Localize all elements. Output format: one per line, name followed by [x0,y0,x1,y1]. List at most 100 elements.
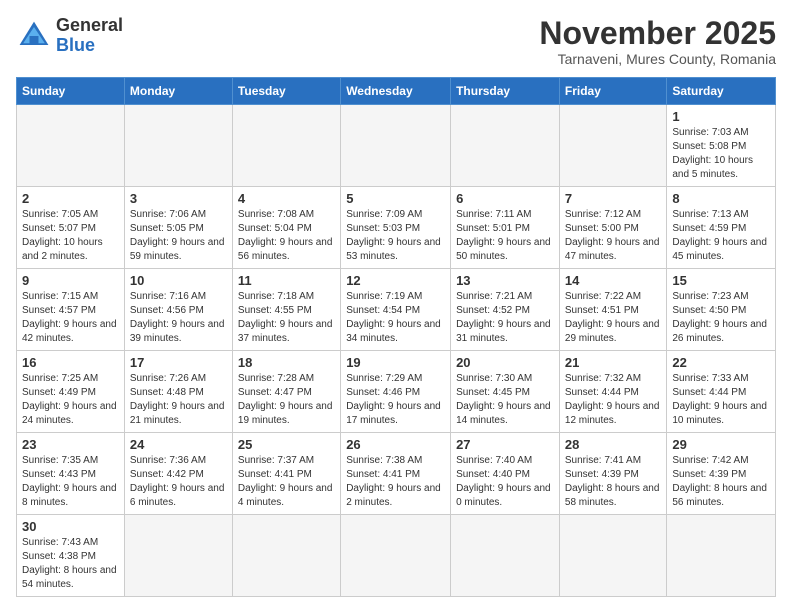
day-info: Sunrise: 7:16 AM Sunset: 4:56 PM Dayligh… [130,290,227,346]
day-number: 13 [456,273,554,288]
day-info: Sunrise: 7:13 AM Sunset: 4:59 PM Dayligh… [672,208,770,264]
calendar-day-cell [124,515,232,597]
calendar-day-cell: 4 Sunrise: 7:08 AM Sunset: 5:04 PM Daylig… [232,187,340,269]
location-title: Tarnaveni, Mures County, Romania [539,51,776,67]
calendar-day-cell [559,515,666,597]
day-number: 9 [22,273,119,288]
calendar-day-cell [451,105,560,187]
title-block: November 2025 Tarnaveni, Mures County, R… [539,16,776,67]
day-info: Sunrise: 7:19 AM Sunset: 4:54 PM Dayligh… [346,290,445,346]
calendar-day-cell [341,105,451,187]
day-info: Sunrise: 7:06 AM Sunset: 5:05 PM Dayligh… [130,208,227,264]
calendar-day-cell: 27Sunrise: 7:40 AM Sunset: 4:40 PM Dayli… [451,433,560,515]
calendar-day-cell [232,515,340,597]
calendar-day-cell: 9 Sunrise: 7:15 AM Sunset: 4:57 PM Daylig… [17,269,125,351]
calendar-day-cell: 5 Sunrise: 7:09 AM Sunset: 5:03 PM Daylig… [341,187,451,269]
calendar-day-cell: 26 Sunrise: 7:38 AM Sunset: 4:41 PM Dayli… [341,433,451,515]
page-header: General Blue November 2025 Tarnaveni, Mu… [16,16,776,67]
day-info: Sunrise: 7:41 AM Sunset: 4:39 PM Dayligh… [565,454,661,510]
day-number: 22 [672,355,770,370]
day-number: 17 [130,355,227,370]
day-number: 30 [22,519,119,534]
day-info: Sunrise: 7:22 AM Sunset: 4:51 PM Dayligh… [565,290,661,346]
calendar-week-row: 16 Sunrise: 7:25 AM Sunset: 4:49 PM Dayli… [17,351,776,433]
day-number: 28 [565,437,661,452]
day-number: 18 [238,355,335,370]
day-number: 20 [456,355,554,370]
day-number: 7 [565,191,661,206]
day-info: Sunrise: 7:36 AM Sunset: 4:42 PM Dayligh… [130,454,227,510]
day-info: Sunrise: 7:40 AM Sunset: 4:40 PM Dayligh… [456,454,554,510]
calendar-day-cell: 2Sunrise: 7:05 AM Sunset: 5:07 PM Daylig… [17,187,125,269]
calendar-day-cell [341,515,451,597]
day-number: 24 [130,437,227,452]
day-number: 6 [456,191,554,206]
calendar-day-cell: 12 Sunrise: 7:19 AM Sunset: 4:54 PM Dayli… [341,269,451,351]
day-info: Sunrise: 7:12 AM Sunset: 5:00 PM Dayligh… [565,208,661,264]
day-number: 16 [22,355,119,370]
calendar-day-cell: 17 Sunrise: 7:26 AM Sunset: 4:48 PM Dayli… [124,351,232,433]
day-info: Sunrise: 7:03 AM Sunset: 5:08 PM Dayligh… [672,126,770,182]
calendar-day-cell: 18 Sunrise: 7:28 AM Sunset: 4:47 PM Dayli… [232,351,340,433]
weekday-header-monday: Monday [124,78,232,105]
calendar-day-cell [559,105,666,187]
calendar-day-cell: 14Sunrise: 7:22 AM Sunset: 4:51 PM Dayli… [559,269,666,351]
day-number: 12 [346,273,445,288]
calendar-week-row: 9 Sunrise: 7:15 AM Sunset: 4:57 PM Daylig… [17,269,776,351]
day-info: Sunrise: 7:15 AM Sunset: 4:57 PM Dayligh… [22,290,119,346]
calendar-day-cell: 24 Sunrise: 7:36 AM Sunset: 4:42 PM Dayli… [124,433,232,515]
day-info: Sunrise: 7:18 AM Sunset: 4:55 PM Dayligh… [238,290,335,346]
day-info: Sunrise: 7:23 AM Sunset: 4:50 PM Dayligh… [672,290,770,346]
calendar-day-cell [667,515,776,597]
calendar-day-cell [124,105,232,187]
calendar-day-cell: 15 Sunrise: 7:23 AM Sunset: 4:50 PM Dayli… [667,269,776,351]
day-number: 15 [672,273,770,288]
day-info: Sunrise: 7:09 AM Sunset: 5:03 PM Dayligh… [346,208,445,264]
weekday-header-row: SundayMondayTuesdayWednesdayThursdayFrid… [17,78,776,105]
calendar-day-cell: 29 Sunrise: 7:42 AM Sunset: 4:39 PM Dayli… [667,433,776,515]
month-title: November 2025 [539,16,776,51]
day-number: 3 [130,191,227,206]
day-info: Sunrise: 7:38 AM Sunset: 4:41 PM Dayligh… [346,454,445,510]
day-info: Sunrise: 7:11 AM Sunset: 5:01 PM Dayligh… [456,208,554,264]
day-info: Sunrise: 7:08 AM Sunset: 5:04 PM Dayligh… [238,208,335,264]
calendar-day-cell: 21 Sunrise: 7:32 AM Sunset: 4:44 PM Dayli… [559,351,666,433]
day-number: 4 [238,191,335,206]
calendar-day-cell: 3 Sunrise: 7:06 AM Sunset: 5:05 PM Daylig… [124,187,232,269]
calendar-week-row: 30 Sunrise: 7:43 AM Sunset: 4:38 PM Dayli… [17,515,776,597]
calendar-day-cell: 16 Sunrise: 7:25 AM Sunset: 4:49 PM Dayli… [17,351,125,433]
calendar-day-cell: 7 Sunrise: 7:12 AM Sunset: 5:00 PM Daylig… [559,187,666,269]
calendar-week-row: 1Sunrise: 7:03 AM Sunset: 5:08 PM Daylig… [17,105,776,187]
day-info: Sunrise: 7:37 AM Sunset: 4:41 PM Dayligh… [238,454,335,510]
day-number: 29 [672,437,770,452]
day-number: 8 [672,191,770,206]
day-info: Sunrise: 7:30 AM Sunset: 4:45 PM Dayligh… [456,372,554,428]
day-number: 26 [346,437,445,452]
day-info: Sunrise: 7:26 AM Sunset: 4:48 PM Dayligh… [130,372,227,428]
day-info: Sunrise: 7:33 AM Sunset: 4:44 PM Dayligh… [672,372,770,428]
weekday-header-friday: Friday [559,78,666,105]
day-info: Sunrise: 7:05 AM Sunset: 5:07 PM Dayligh… [22,208,119,264]
day-info: Sunrise: 7:43 AM Sunset: 4:38 PM Dayligh… [22,536,119,592]
day-number: 10 [130,273,227,288]
day-number: 5 [346,191,445,206]
day-info: Sunrise: 7:25 AM Sunset: 4:49 PM Dayligh… [22,372,119,428]
day-info: Sunrise: 7:21 AM Sunset: 4:52 PM Dayligh… [456,290,554,346]
calendar-day-cell: 1Sunrise: 7:03 AM Sunset: 5:08 PM Daylig… [667,105,776,187]
day-info: Sunrise: 7:32 AM Sunset: 4:44 PM Dayligh… [565,372,661,428]
day-number: 21 [565,355,661,370]
day-info: Sunrise: 7:42 AM Sunset: 4:39 PM Dayligh… [672,454,770,510]
calendar-day-cell: 11Sunrise: 7:18 AM Sunset: 4:55 PM Dayli… [232,269,340,351]
calendar-table: SundayMondayTuesdayWednesdayThursdayFrid… [16,77,776,597]
calendar-day-cell: 6 Sunrise: 7:11 AM Sunset: 5:01 PM Daylig… [451,187,560,269]
calendar-day-cell [232,105,340,187]
weekday-header-thursday: Thursday [451,78,560,105]
day-info: Sunrise: 7:35 AM Sunset: 4:43 PM Dayligh… [22,454,119,510]
day-info: Sunrise: 7:29 AM Sunset: 4:46 PM Dayligh… [346,372,445,428]
calendar-week-row: 23 Sunrise: 7:35 AM Sunset: 4:43 PM Dayli… [17,433,776,515]
weekday-header-sunday: Sunday [17,78,125,105]
day-number: 23 [22,437,119,452]
day-info: Sunrise: 7:28 AM Sunset: 4:47 PM Dayligh… [238,372,335,428]
calendar-day-cell: 10 Sunrise: 7:16 AM Sunset: 4:56 PM Dayli… [124,269,232,351]
calendar-week-row: 2Sunrise: 7:05 AM Sunset: 5:07 PM Daylig… [17,187,776,269]
